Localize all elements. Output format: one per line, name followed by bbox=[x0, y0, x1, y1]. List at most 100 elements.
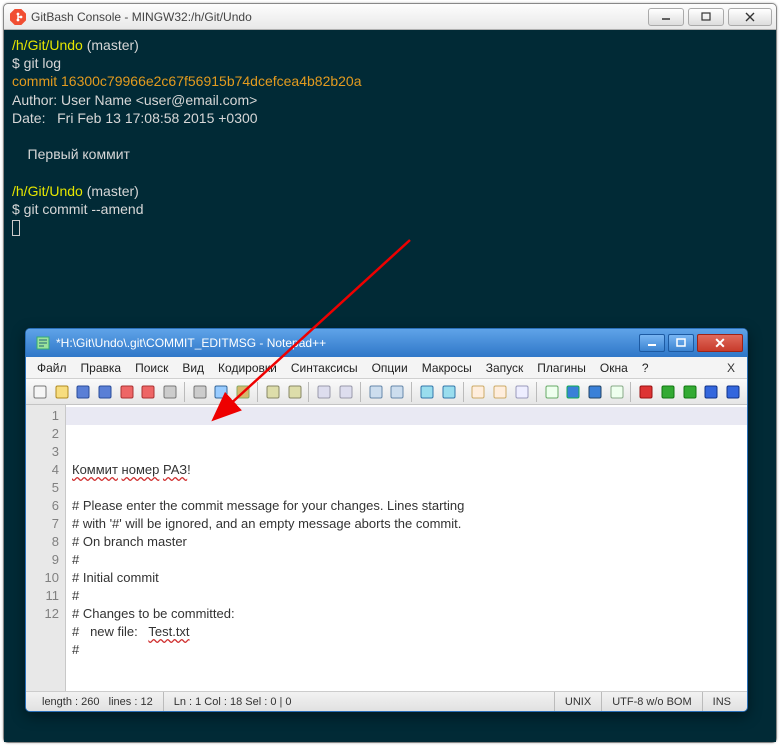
editor-line: # with '#' will be ignored, and an empty… bbox=[72, 515, 741, 533]
line-number: 3 bbox=[26, 443, 59, 461]
git-logo-icon bbox=[10, 9, 26, 25]
minimize-button[interactable] bbox=[648, 8, 684, 26]
toolbar-separator bbox=[536, 382, 538, 402]
close-all-icon[interactable] bbox=[139, 382, 159, 402]
line-number: 5 bbox=[26, 479, 59, 497]
line-number: 12 bbox=[26, 605, 59, 623]
save-macro-icon[interactable] bbox=[723, 382, 743, 402]
save-icon[interactable] bbox=[73, 382, 93, 402]
folder-tree-icon[interactable] bbox=[585, 382, 605, 402]
print-icon[interactable] bbox=[160, 382, 180, 402]
npp-close-button[interactable]: ✕ bbox=[697, 334, 743, 352]
line-number: 6 bbox=[26, 497, 59, 515]
undo-icon[interactable] bbox=[263, 382, 283, 402]
play-multi-icon[interactable] bbox=[680, 382, 700, 402]
editor-line: # Changes to be committed: bbox=[72, 605, 741, 623]
terminal-line: $ git log bbox=[12, 54, 768, 72]
search-icon[interactable] bbox=[314, 382, 334, 402]
new-file-icon[interactable] bbox=[30, 382, 50, 402]
save-all-icon[interactable] bbox=[95, 382, 115, 402]
sync-v-icon[interactable] bbox=[417, 382, 437, 402]
menu-макросы[interactable]: Макросы bbox=[415, 357, 479, 378]
terminal-line: Date: Fri Feb 13 17:08:58 2015 +0300 bbox=[12, 109, 768, 127]
sync-h-icon[interactable] bbox=[439, 382, 459, 402]
toolbar-separator bbox=[308, 382, 310, 402]
npp-toolbar-close[interactable]: X bbox=[719, 361, 743, 375]
record-icon[interactable] bbox=[636, 382, 656, 402]
toolbar-separator bbox=[257, 382, 259, 402]
doc-map-icon[interactable] bbox=[607, 382, 627, 402]
editor-line: # On branch master bbox=[72, 533, 741, 551]
maximize-button[interactable] bbox=[688, 8, 724, 26]
editor-line: # bbox=[72, 551, 741, 569]
replace-icon[interactable] bbox=[336, 382, 356, 402]
terminal-line: Author: User Name <user@email.com> bbox=[12, 91, 768, 109]
terminal-line bbox=[12, 163, 768, 181]
editor-line bbox=[72, 659, 741, 677]
editor-text-area[interactable]: Коммит номер РАЗ! # Please enter the com… bbox=[66, 405, 747, 691]
toolbar-separator bbox=[463, 382, 465, 402]
line-number: 9 bbox=[26, 551, 59, 569]
line-number-gutter: 123456789101112 bbox=[26, 405, 66, 691]
play-icon[interactable] bbox=[658, 382, 678, 402]
line-number: 1 bbox=[26, 407, 59, 425]
npp-editor: 123456789101112 Коммит номер РАЗ! # Plea… bbox=[26, 405, 747, 691]
terminal-line: Первый коммит bbox=[12, 145, 768, 163]
status-encoding: UTF-8 w/o BOM bbox=[602, 692, 702, 711]
menu-синтаксисы[interactable]: Синтаксисы bbox=[284, 357, 365, 378]
toolbar-separator bbox=[360, 382, 362, 402]
terminal-cursor bbox=[12, 220, 20, 236]
line-number: 11 bbox=[26, 587, 59, 605]
npp-minimize-button[interactable] bbox=[639, 334, 665, 352]
npp-maximize-button[interactable] bbox=[668, 334, 694, 352]
cut-icon[interactable] bbox=[190, 382, 210, 402]
menu-окна[interactable]: Окна bbox=[593, 357, 635, 378]
menu-плагины[interactable]: Плагины bbox=[530, 357, 593, 378]
line-number: 7 bbox=[26, 515, 59, 533]
menu-запуск[interactable]: Запуск bbox=[479, 357, 531, 378]
notepadpp-window: *H:\Git\Undo\.git\COMMIT_EDITMSG - Notep… bbox=[25, 328, 748, 712]
menu-вид[interactable]: Вид bbox=[175, 357, 211, 378]
editor-line: # Initial commit bbox=[72, 569, 741, 587]
menu-кодировки[interactable]: Кодировки bbox=[211, 357, 284, 378]
zoom-out-icon[interactable] bbox=[387, 382, 407, 402]
close-file-icon[interactable] bbox=[117, 382, 137, 402]
current-line-highlight bbox=[66, 407, 747, 425]
npp-title: *H:\Git\Undo\.git\COMMIT_EDITMSG - Notep… bbox=[56, 336, 636, 350]
menu-файл[interactable]: Файл bbox=[30, 357, 74, 378]
redo-icon[interactable] bbox=[285, 382, 305, 402]
terminal-line: $ git commit --amend bbox=[12, 200, 768, 218]
func-list-icon[interactable] bbox=[563, 382, 583, 402]
editor-line: Коммит номер РАЗ! bbox=[72, 461, 741, 479]
npp-toolbar bbox=[26, 379, 747, 405]
menu-правка[interactable]: Правка bbox=[74, 357, 129, 378]
lang-icon[interactable] bbox=[542, 382, 562, 402]
editor-line: # Please enter the commit message for yo… bbox=[72, 497, 741, 515]
notepadpp-icon bbox=[35, 335, 51, 351]
npp-titlebar[interactable]: *H:\Git\Undo\.git\COMMIT_EDITMSG - Notep… bbox=[26, 329, 747, 357]
menu-опции[interactable]: Опции bbox=[365, 357, 415, 378]
copy-icon[interactable] bbox=[212, 382, 232, 402]
toolbar-separator bbox=[411, 382, 413, 402]
editor-line: # bbox=[72, 641, 741, 659]
gitbash-titlebar[interactable]: GitBash Console - MINGW32:/h/Git/Undo bbox=[4, 4, 776, 30]
npp-statusbar: length : 260 lines : 12 Ln : 1 Col : 18 … bbox=[26, 691, 747, 711]
wrap-icon[interactable] bbox=[469, 382, 489, 402]
menu-поиск[interactable]: Поиск bbox=[128, 357, 175, 378]
terminal-line: /h/Git/Undo (master) bbox=[12, 36, 768, 54]
line-number: 8 bbox=[26, 533, 59, 551]
open-file-icon[interactable] bbox=[52, 382, 72, 402]
terminal-line bbox=[12, 127, 768, 145]
toolbar-separator bbox=[630, 382, 632, 402]
stop-icon[interactable] bbox=[702, 382, 722, 402]
show-chars-icon[interactable] bbox=[490, 382, 510, 402]
line-number: 10 bbox=[26, 569, 59, 587]
status-mode: INS bbox=[703, 692, 741, 711]
zoom-in-icon[interactable] bbox=[366, 382, 386, 402]
indent-guide-icon[interactable] bbox=[512, 382, 532, 402]
paste-icon[interactable] bbox=[233, 382, 253, 402]
close-button[interactable] bbox=[728, 8, 772, 26]
editor-line: # new file: Test.txt bbox=[72, 623, 741, 641]
terminal-line: /h/Git/Undo (master) bbox=[12, 182, 768, 200]
menu-?[interactable]: ? bbox=[635, 357, 656, 378]
